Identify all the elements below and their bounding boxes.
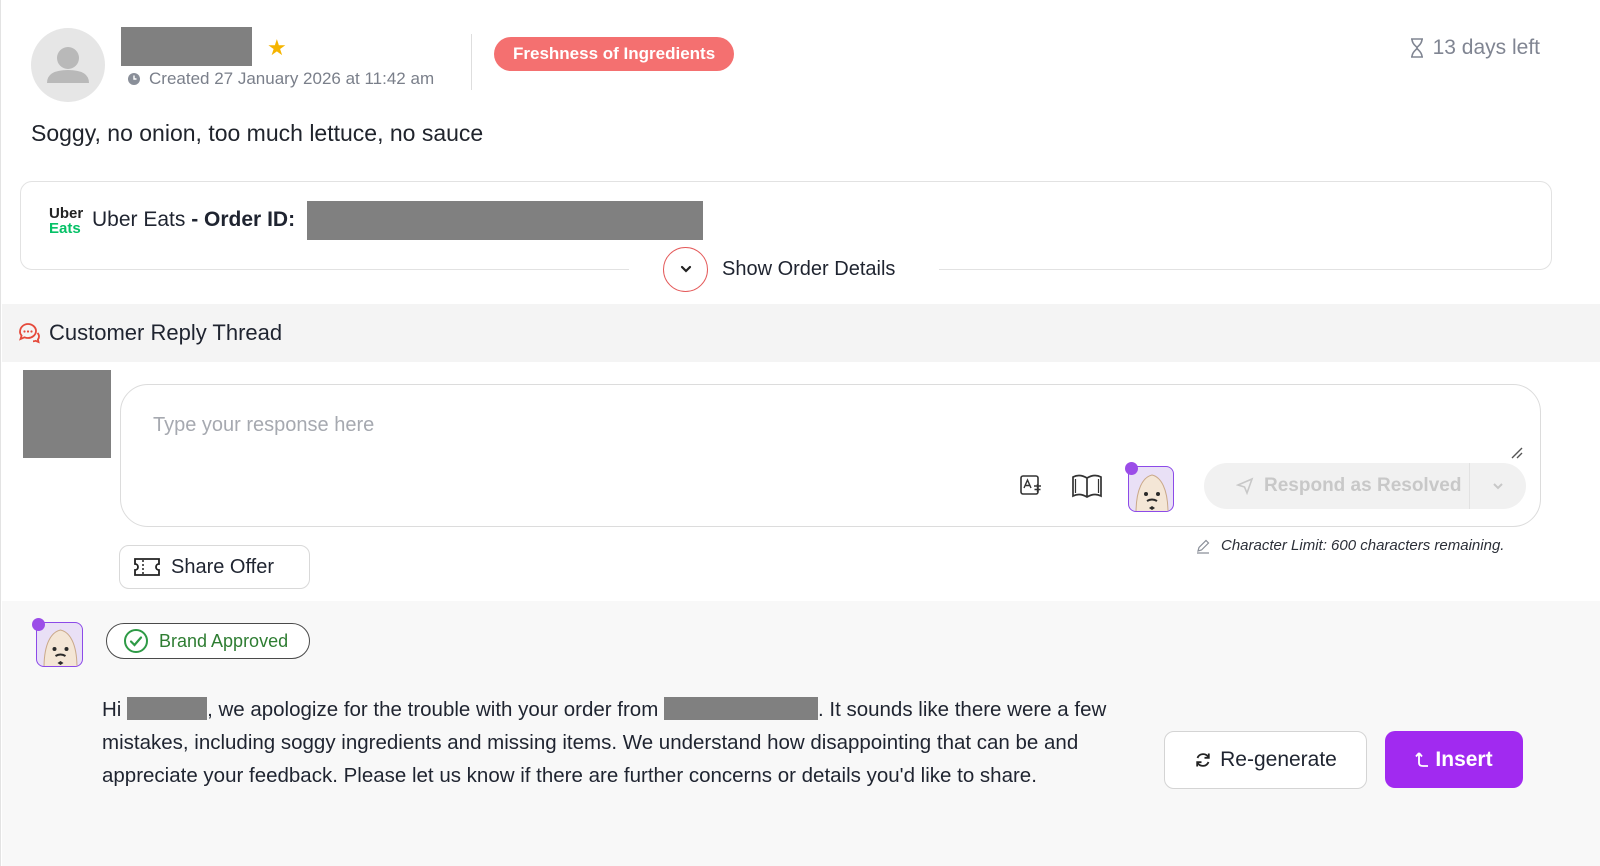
resolve-options-toggle[interactable] bbox=[1470, 481, 1526, 491]
caret-down-icon bbox=[1493, 483, 1503, 490]
user-avatar-icon bbox=[47, 47, 89, 83]
created-text: Created 27 January 2026 at 11:42 am bbox=[149, 69, 435, 88]
ai-badge-icon bbox=[1125, 462, 1138, 475]
bot-avatar-icon bbox=[43, 629, 78, 666]
brand-approved-badge: Brand Approved bbox=[106, 623, 310, 659]
insert-button[interactable]: Insert bbox=[1385, 731, 1523, 788]
send-icon bbox=[1236, 477, 1254, 495]
character-limit: Character Limit: 600 characters remainin… bbox=[1195, 537, 1504, 554]
suggested-reply-part1: , we apologize for the trouble with your… bbox=[207, 698, 659, 721]
share-offer-label: Share Offer bbox=[171, 555, 275, 578]
chat-bubbles-icon bbox=[19, 323, 40, 344]
agent-avatar-redacted bbox=[23, 370, 111, 458]
time-left-text: 13 days left bbox=[1432, 36, 1540, 59]
respond-as-resolved-label: Respond as Resolved bbox=[1264, 475, 1462, 496]
chevron-down-icon[interactable] bbox=[663, 246, 708, 292]
brand-name-redacted bbox=[664, 697, 818, 720]
order-id-redacted bbox=[307, 201, 703, 240]
response-input[interactable] bbox=[153, 408, 1483, 442]
brand-approved-label: Brand Approved bbox=[159, 630, 289, 651]
pencil-icon bbox=[1197, 539, 1210, 554]
show-order-details-button[interactable]: Show Order Details bbox=[629, 246, 939, 292]
translate-icon[interactable] bbox=[1019, 473, 1043, 497]
review-text: Soggy, no onion, too much lettuce, no sa… bbox=[31, 120, 484, 146]
customer-name-redacted bbox=[121, 27, 252, 66]
star-icon: ★ bbox=[267, 35, 287, 60]
review-panel: ★ Created 27 January 2026 at 11:42 am Fr… bbox=[0, 0, 1600, 866]
character-limit-text: Character Limit: 600 characters remainin… bbox=[1221, 537, 1505, 554]
resize-handle-icon[interactable] bbox=[1510, 446, 1524, 460]
suggested-reply: Hi , we apologize for the trouble with y… bbox=[102, 693, 1132, 792]
hourglass-icon bbox=[1410, 38, 1423, 58]
insert-arrow-icon bbox=[1415, 751, 1429, 767]
time-left: 13 days left bbox=[1409, 36, 1540, 60]
refresh-icon bbox=[1196, 753, 1210, 767]
order-id-label: - Order ID: bbox=[191, 208, 296, 231]
ticket-icon bbox=[134, 558, 160, 576]
ai-badge-icon bbox=[32, 618, 45, 631]
customer-avatar bbox=[31, 28, 105, 102]
uber-logo-top: Uber bbox=[49, 205, 84, 222]
insert-label: Insert bbox=[1435, 747, 1493, 771]
order-label: Uber Eats - Order ID: bbox=[92, 208, 295, 232]
regenerate-button[interactable]: Re-generate bbox=[1164, 731, 1367, 789]
suggested-reply-hi: Hi bbox=[102, 698, 122, 721]
book-icon[interactable] bbox=[1071, 473, 1103, 499]
clock-icon bbox=[128, 73, 140, 85]
show-order-details-label[interactable]: Show Order Details bbox=[722, 258, 895, 281]
category-tag[interactable]: Freshness of Ingredients bbox=[494, 37, 735, 71]
header-divider bbox=[471, 34, 472, 90]
respond-as-resolved-button[interactable]: Respond as Resolved bbox=[1204, 463, 1526, 509]
platform-name: Uber Eats bbox=[92, 208, 186, 231]
uber-logo-bottom: Eats bbox=[49, 220, 81, 237]
customer-name-redacted bbox=[127, 697, 208, 720]
regenerate-label: Re-generate bbox=[1220, 748, 1337, 771]
bot-avatar-icon bbox=[1135, 474, 1169, 511]
thread-title: Customer Reply Thread bbox=[17, 320, 282, 346]
check-circle-icon bbox=[124, 629, 148, 653]
share-offer-button[interactable]: Share Offer bbox=[119, 545, 310, 589]
review-created: Created 27 January 2026 at 11:42 am bbox=[127, 69, 434, 89]
thread-title-text: Customer Reply Thread bbox=[49, 320, 283, 345]
uber-eats-logo: Uber Eats bbox=[49, 206, 83, 236]
